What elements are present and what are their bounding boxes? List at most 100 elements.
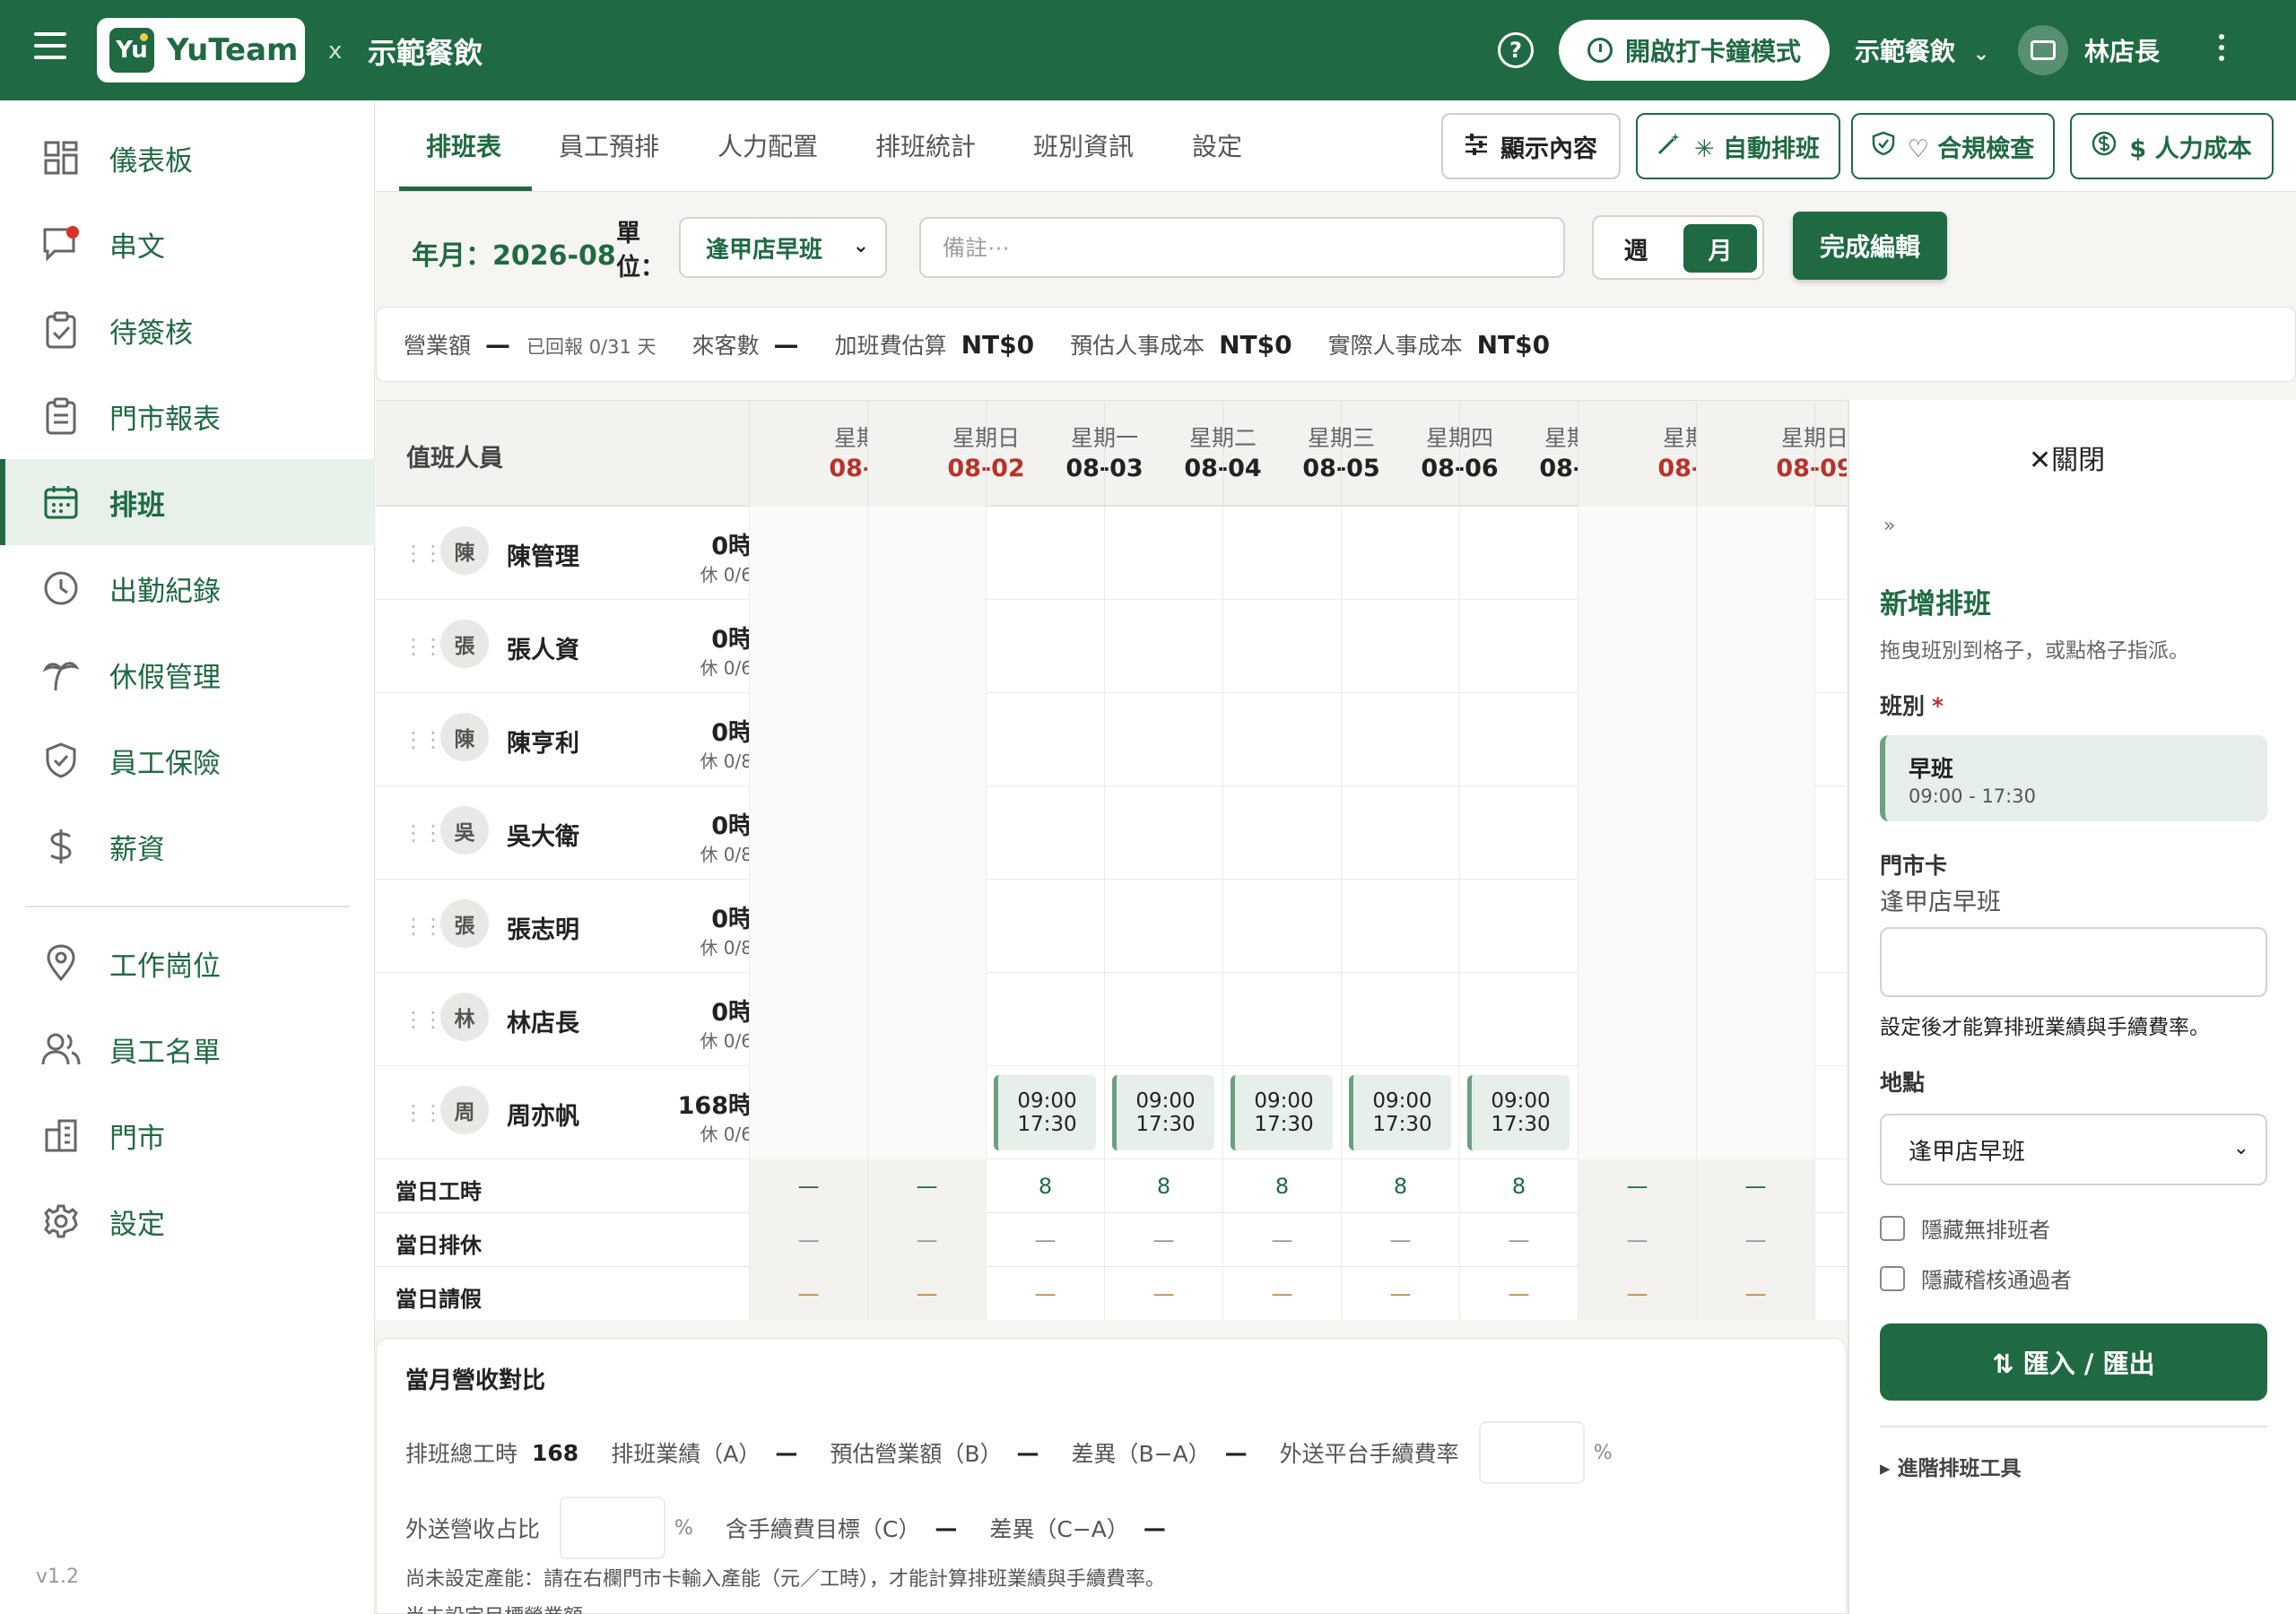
schedule-cell[interactable] (1696, 693, 1814, 786)
shift-block[interactable]: 09:00 17:30 (1112, 1075, 1214, 1150)
schedule-cell[interactable] (867, 973, 986, 1066)
shift-block[interactable]: 09:00 17:30 (1349, 1075, 1451, 1150)
schedule-cell[interactable] (1104, 693, 1222, 786)
help-icon[interactable]: ? (1498, 32, 1534, 68)
schedule-cell[interactable] (1578, 786, 1696, 880)
schedule-cell[interactable] (1814, 693, 1847, 786)
tab-schedule-stats[interactable]: 排班統計 (875, 127, 976, 163)
staff-name[interactable]: 周亦帆 (507, 1097, 579, 1132)
schedule-cell[interactable] (1222, 600, 1341, 693)
schedule-cell[interactable] (1696, 880, 1814, 973)
sidebar-item-leave[interactable]: 休假管理 (0, 631, 375, 717)
schedule-cell[interactable] (1459, 693, 1578, 786)
sidebar-item-dashboard[interactable]: 儀表板 (0, 115, 375, 201)
drag-handle-icon[interactable]: ⋮⋮ (403, 1100, 444, 1125)
drag-handle-icon[interactable]: ⋮⋮ (403, 1007, 444, 1032)
year-month-label[interactable]: 年月：2026-08 (412, 233, 616, 273)
schedule-cell[interactable]: 09:00 17:30 (986, 1066, 1104, 1159)
user-menu[interactable]: 林店長 (2018, 23, 2160, 77)
schedule-cell[interactable] (1341, 507, 1459, 600)
drag-handle-icon[interactable]: ⋮⋮ (403, 634, 444, 659)
auto-schedule-button[interactable]: ✳ 自動排班 (1636, 113, 1840, 179)
schedule-cell[interactable] (749, 600, 867, 693)
schedule-cell[interactable] (1696, 507, 1814, 600)
drag-handle-icon[interactable]: ⋮⋮ (403, 820, 444, 846)
sidebar-item-schedule[interactable]: 排班 (0, 459, 375, 545)
schedule-cell[interactable] (1222, 880, 1341, 973)
sidebar-item-insurance[interactable]: 員工保險 (0, 717, 375, 803)
schedule-cell[interactable] (1341, 973, 1459, 1066)
schedule-cell[interactable] (1459, 507, 1578, 600)
schedule-cell[interactable] (1104, 880, 1222, 973)
schedule-cell[interactable] (986, 600, 1104, 693)
schedule-cell[interactable] (1814, 507, 1847, 600)
schedule-cell[interactable] (1696, 973, 1814, 1066)
hide-unscheduled-checkbox[interactable]: 隱藏無排班者 (1880, 1212, 2050, 1244)
schedule-cell[interactable] (1222, 693, 1341, 786)
tab-staffing[interactable]: 人力配置 (718, 127, 818, 163)
staff-name[interactable]: 陳管理 (507, 537, 579, 572)
schedule-cell[interactable] (1696, 1066, 1814, 1159)
schedule-cell[interactable] (749, 973, 867, 1066)
schedule-cell[interactable] (749, 507, 867, 600)
tab-settings[interactable]: 設定 (1192, 127, 1242, 163)
staff-name[interactable]: 陳亨利 (507, 724, 579, 759)
drag-handle-icon[interactable]: ⋮⋮ (403, 541, 444, 566)
schedule-cell[interactable] (986, 880, 1104, 973)
sidebar-item-posts[interactable]: 串文 (0, 201, 375, 287)
import-export-button[interactable]: ⇅ 匯入 / 匯出 (1880, 1323, 2267, 1401)
schedule-cell[interactable] (1222, 507, 1341, 600)
schedule-cell[interactable] (1814, 600, 1847, 693)
draggable-shift-card[interactable]: 早班 09:00 - 17:30 (1880, 735, 2267, 821)
schedule-cell[interactable] (1341, 600, 1459, 693)
schedule-cell[interactable] (1104, 973, 1222, 1066)
staff-name[interactable]: 林店長 (507, 1003, 579, 1038)
drag-handle-icon[interactable]: ⋮⋮ (403, 914, 444, 939)
advanced-tools-toggle[interactable]: ▸ 進階排班工具 (1880, 1451, 2022, 1481)
schedule-cell[interactable]: 09:00 17:30 (1222, 1066, 1341, 1159)
schedule-cell[interactable] (1814, 786, 1847, 880)
schedule-cell[interactable] (1578, 507, 1696, 600)
location-select[interactable]: 逢甲店早班 ⌄ (1880, 1114, 2267, 1185)
company-select[interactable]: 示範餐飲 ⌄ (1855, 32, 1989, 68)
schedule-cell[interactable] (749, 786, 867, 880)
staff-name[interactable]: 吳大衛 (507, 817, 579, 852)
sidebar-item-approvals[interactable]: 待簽核 (0, 287, 375, 373)
app-logo[interactable]: Yu YuTeam (97, 18, 305, 82)
labor-cost-button[interactable]: $ 人力成本 (2070, 113, 2274, 179)
schedule-cell[interactable] (1578, 693, 1696, 786)
sidebar-item-stores[interactable]: 門市 (0, 1092, 375, 1178)
schedule-cell[interactable] (867, 880, 986, 973)
schedule-cell[interactable] (1459, 600, 1578, 693)
shift-block[interactable]: 09:00 17:30 (1231, 1075, 1333, 1150)
schedule-cell[interactable] (1222, 973, 1341, 1066)
week-view-button[interactable]: 週 (1599, 224, 1673, 273)
schedule-cell[interactable] (1341, 693, 1459, 786)
schedule-cell[interactable] (1814, 880, 1847, 973)
tab-schedule-table[interactable]: 排班表 (426, 127, 501, 163)
schedule-cell[interactable] (1459, 973, 1578, 1066)
drag-handle-icon[interactable]: ⋮⋮ (403, 727, 444, 752)
month-view-button[interactable]: 月 (1683, 224, 1757, 273)
sidebar-item-store-report[interactable]: 門市報表 (0, 373, 375, 459)
schedule-cell[interactable] (1578, 880, 1696, 973)
schedule-cell[interactable] (1222, 786, 1341, 880)
schedule-cell[interactable] (867, 1066, 986, 1159)
sidebar-item-payroll[interactable]: 薪資 (0, 803, 375, 889)
punch-clock-mode-button[interactable]: 開啟打卡鐘模式 (1559, 20, 1830, 81)
tab-shift-info[interactable]: 班別資訊 (1033, 127, 1134, 163)
schedule-cell[interactable] (1104, 507, 1222, 600)
schedule-cell[interactable]: 09:00 17:30 (1459, 1066, 1578, 1159)
schedule-cell[interactable] (1696, 786, 1814, 880)
schedule-cell[interactable] (986, 786, 1104, 880)
schedule-cell[interactable] (749, 693, 867, 786)
staff-name[interactable]: 張人資 (507, 630, 579, 665)
checkbox[interactable] (1880, 1215, 1905, 1241)
schedule-cell[interactable] (867, 507, 986, 600)
more-options-icon[interactable] (2219, 34, 2226, 66)
shift-block[interactable]: 09:00 17:30 (994, 1075, 1096, 1150)
sidebar-item-positions[interactable]: 工作崗位 (0, 920, 375, 1006)
compliance-check-button[interactable]: ♡ 合規檢查 (1851, 113, 2055, 179)
schedule-cell[interactable] (1341, 786, 1459, 880)
schedule-cell[interactable] (986, 507, 1104, 600)
